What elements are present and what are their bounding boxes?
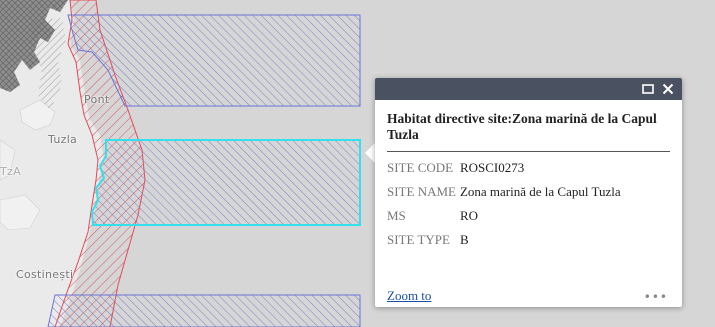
place-label-partial: TzA: [0, 165, 21, 178]
attribute-value: RO: [459, 208, 479, 223]
more-options-button[interactable]: •••: [644, 290, 668, 304]
attribute-row: SITE NAME Zona marină de la Capul Tuzla: [387, 184, 621, 208]
place-label-tuzla: Tuzla: [48, 133, 78, 146]
attribute-value: Zona marină de la Capul Tuzla: [459, 184, 621, 199]
attribute-key: MS: [387, 208, 406, 223]
selected-site-polygon[interactable]: [90, 139, 361, 226]
feature-popup: Habitat directive site:Zona marină de la…: [375, 78, 682, 307]
popup-title: Habitat directive site:Zona marină de la…: [387, 111, 670, 152]
spa-polygon-south: [47, 294, 361, 327]
maximize-icon[interactable]: [640, 81, 656, 97]
attribute-row: MS RO: [387, 208, 621, 232]
attribute-value: ROSCI0273: [459, 160, 525, 175]
attribute-value: B: [459, 232, 469, 247]
attribute-row: SITE CODE ROSCI0273: [387, 160, 621, 184]
place-label-ponta: Pont: [84, 93, 110, 106]
attribute-key: SITE TYPE: [387, 232, 450, 247]
attribute-key: SITE NAME: [387, 184, 456, 199]
close-icon[interactable]: [660, 81, 676, 97]
attribute-key: SITE CODE: [387, 160, 454, 175]
place-label-costinesti: Costinești: [16, 268, 74, 281]
attribute-row: SITE TYPE B: [387, 232, 621, 256]
popup-titlebar: [375, 78, 682, 100]
zoom-to-link[interactable]: Zoom to: [387, 288, 431, 304]
attribute-table: SITE CODE ROSCI0273 SITE NAME Zona marin…: [387, 160, 621, 256]
